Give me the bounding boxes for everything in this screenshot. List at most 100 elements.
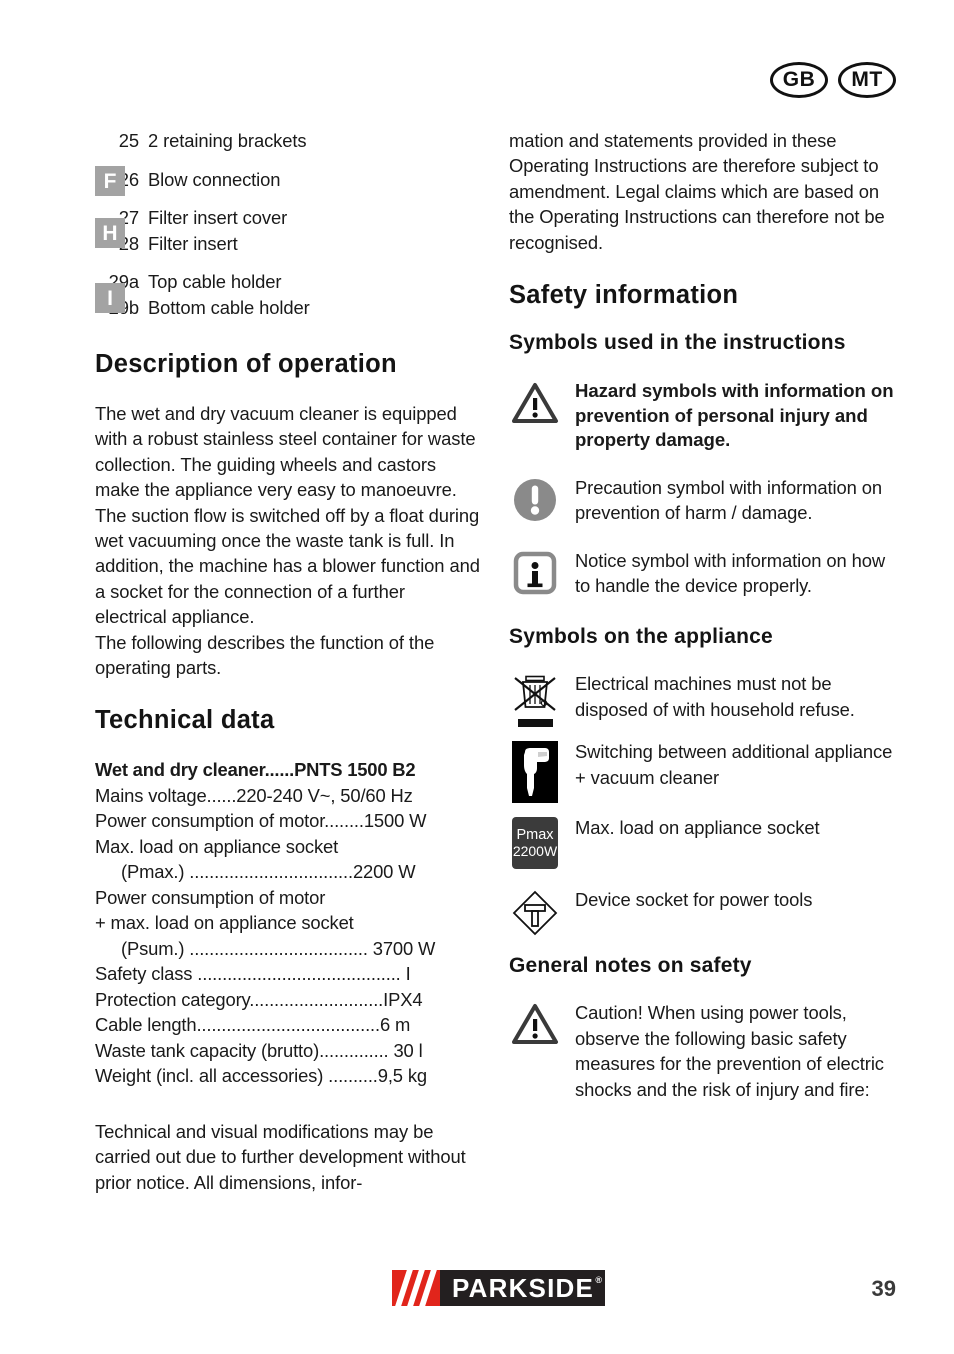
warning-triangle-icon	[509, 379, 561, 425]
continued-paragraph: mation and statements provided in these …	[509, 130, 885, 253]
power-drill-icon	[509, 739, 561, 804]
notice-info-icon	[509, 548, 561, 596]
country-badge-mt: MT	[838, 62, 896, 98]
logo-brand-text: PARKSIDE	[452, 1272, 595, 1303]
tech-spec-line: Power consumption of motor........1500 W	[95, 810, 427, 832]
parts-list: F H I 25 2 retaining brackets 26 Blow co…	[95, 128, 481, 320]
symbol-row-notice: Notice symbol with information on how to…	[509, 548, 895, 599]
symbol-row-device-socket: Device socket for power tools	[509, 887, 895, 937]
bin-underline-bar	[517, 719, 553, 728]
closing-note-paragraph: Technical and visual modifications may b…	[95, 1120, 466, 1193]
page-number: 39	[871, 1276, 896, 1301]
tech-spec-line: + max. load on appliance socket	[95, 912, 354, 934]
section-chip-i: I	[95, 283, 125, 313]
parkside-logo: PARKSIDE ®	[392, 1270, 606, 1306]
symbol-description: Device socket for power tools	[575, 889, 813, 911]
symbol-description: Precaution symbol with information on pr…	[575, 476, 883, 524]
precaution-circle-icon	[509, 475, 561, 523]
country-badges: GB MT	[770, 62, 896, 98]
heading-symbols-on-appliance: Symbols on the appliance	[509, 625, 773, 649]
symbol-row-caution: Caution! When using power tools, observe…	[509, 1000, 895, 1102]
part-label: Bottom cable holder	[148, 296, 310, 318]
general-notes-paragraph: Caution! When using power tools, observe…	[575, 1002, 884, 1100]
part-label: Top cable holder	[148, 271, 282, 292]
part-item: 26 Blow connection	[95, 167, 481, 193]
heading-description-of-operation: Description of operation	[95, 350, 397, 378]
heading-general-notes-on-safety: General notes on safety	[509, 954, 752, 978]
part-label: 2 retaining brackets	[148, 130, 307, 151]
page-columns: F H I 25 2 retaining brackets 26 Blow co…	[95, 128, 895, 1195]
part-item: 27 Filter insert cover	[95, 205, 481, 231]
tech-spec-line: Waste tank capacity (brutto)............…	[95, 1039, 423, 1061]
part-label: Blow connection	[148, 168, 281, 190]
tech-spec-line: Mains voltage......220-240 V~, 50/60 Hz	[95, 784, 413, 806]
symbol-description: Switching between additional appliance +…	[575, 741, 893, 788]
symbol-description: Notice symbol with information on how to…	[575, 549, 886, 597]
registered-trademark-icon: ®	[595, 1275, 603, 1285]
tech-spec-line: Protection category.....................…	[95, 988, 423, 1010]
part-number: 25	[118, 130, 139, 151]
part-label: Filter insert	[148, 232, 238, 254]
section-chip-h: H	[95, 218, 125, 248]
left-column: F H I 25 2 retaining brackets 26 Blow co…	[95, 128, 481, 1195]
tech-spec-line: (Psum.) ................................…	[121, 937, 436, 959]
description-paragraph-1: The wet and dry vacuum cleaner is equipp…	[95, 403, 480, 628]
page-footer: PARKSIDE ® 39	[0, 1264, 954, 1324]
part-item: 29b Bottom cable holder	[95, 295, 481, 321]
device-socket-icon	[509, 887, 561, 937]
heading-technical-data: Technical data	[95, 706, 275, 735]
symbol-row-precaution: Precaution symbol with information on pr…	[509, 475, 895, 526]
pmax-value: 2200W	[512, 842, 558, 859]
symbol-row-hazard: Hazard symbols with information on preve…	[509, 379, 895, 453]
tech-spec-line: Power consumption of motor	[95, 886, 326, 908]
tech-spec-line: Wet and dry cleaner......PNTS 1500 B2	[95, 759, 416, 781]
logo-wordmark: PARKSIDE ®	[440, 1270, 605, 1306]
part-item: 25 2 retaining brackets	[95, 128, 481, 154]
symbol-row-disposal: Electrical machines must not be disposed…	[509, 671, 895, 728]
tech-spec-line: Safety class ...........................…	[95, 963, 411, 985]
right-column: mation and statements provided in these …	[509, 128, 895, 1195]
tech-spec-line: Weight (incl. all accessories) .........…	[95, 1065, 427, 1087]
tech-spec-line: Max. load on appliance socket	[95, 835, 339, 857]
heading-symbols-used-in-instructions: Symbols used in the instructions	[509, 331, 846, 355]
part-label: Filter insert cover	[148, 207, 288, 228]
pmax-label: Pmax	[516, 827, 554, 844]
country-badge-gb: GB	[770, 62, 828, 98]
symbol-row-pmax: Pmax 2200W Max. load on appliance socket	[509, 815, 895, 870]
pmax-chip-icon: Pmax 2200W	[509, 815, 561, 870]
logo-slashes-icon	[392, 1270, 440, 1306]
symbol-row-switching: Switching between additional appliance +…	[509, 739, 895, 804]
section-chip-f: F	[95, 166, 125, 196]
part-item: 29a Top cable holder	[95, 269, 481, 295]
description-paragraph-2: The following describes the function of …	[95, 631, 435, 679]
crossed-bin-icon	[509, 671, 561, 728]
symbol-description: Max. load on appliance socket	[575, 817, 820, 839]
part-item: 28 Filter insert	[95, 231, 481, 257]
heading-safety-information: Safety information	[509, 281, 739, 310]
symbol-description: Electrical machines must not be disposed…	[575, 673, 855, 720]
warning-triangle-icon	[509, 1000, 561, 1046]
symbol-description: Hazard symbols with information on preve…	[575, 380, 894, 451]
tech-spec-line: Cable length............................…	[95, 1014, 411, 1036]
tech-spec-line: (Pmax.) ................................…	[121, 861, 416, 883]
